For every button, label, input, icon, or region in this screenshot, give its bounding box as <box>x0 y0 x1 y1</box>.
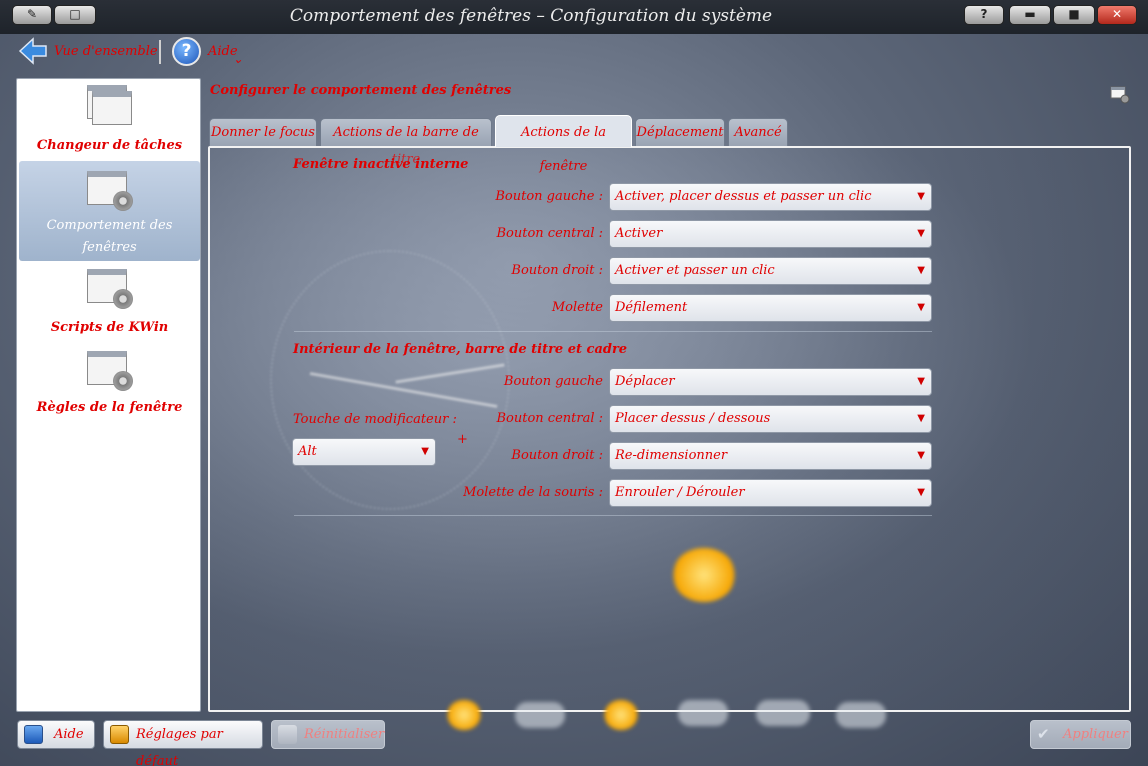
left-button-label: Bouton gauche <box>503 374 603 389</box>
chevron-down-icon: ▼ <box>917 487 925 498</box>
close-button[interactable]: ✕ <box>1097 5 1137 25</box>
restore-defaults-icon <box>110 725 129 744</box>
right-button-label: Bouton droit : <box>511 263 603 278</box>
mouse-wheel-label: Molette de la souris : <box>463 485 603 500</box>
chevron-down-icon: ▼ <box>917 228 925 239</box>
sidebar-item-label: Changeur de tâches <box>36 138 183 153</box>
chevron-down-icon: ▼ <box>917 413 925 424</box>
sidebar-item-window-rules[interactable]: Règles de la fenêtre <box>19 351 200 423</box>
inner-left-button-select[interactable]: Déplacer ▼ <box>609 368 932 396</box>
inner-wheel-select[interactable]: Enrouler / Dérouler ▼ <box>609 479 932 507</box>
plus-sign: + <box>457 432 468 447</box>
chevron-down-icon: ▼ <box>917 450 925 461</box>
window-gear-icon <box>86 351 133 391</box>
sidebar-item-task-switcher[interactable]: Changeur de tâches <box>19 85 200 161</box>
button-label: Réglages par défaut <box>136 727 223 766</box>
inactive-left-button-select[interactable]: Activer, placer dessus et passer un clic… <box>609 183 932 211</box>
inner-middle-button-select[interactable]: Placer dessus / dessous ▼ <box>609 405 932 433</box>
select-value: Enrouler / Dérouler <box>615 485 745 500</box>
weather-sun-icon <box>447 700 481 730</box>
button-label: Aide <box>54 727 84 742</box>
tab-window-actions[interactable]: Actions de la fenêtre <box>495 115 632 174</box>
sidebar-item-kwin-scripts[interactable]: Scripts de KWin <box>19 269 200 341</box>
weather-cloud-icon <box>515 702 565 728</box>
context-help-button[interactable]: ? <box>964 5 1004 25</box>
select-value: Placer dessus / dessous <box>615 411 771 426</box>
sidebar-item-label: Règles de la fenêtre <box>36 400 183 415</box>
inactive-middle-button-select[interactable]: Activer ▼ <box>609 220 932 248</box>
window-gear-icon <box>86 269 133 309</box>
select-value: Activer, placer dessus et passer un clic <box>615 189 872 204</box>
select-value: Re-dimensionner <box>615 448 728 463</box>
tab-titlebar-actions[interactable]: Actions de la barre de titre <box>320 118 492 167</box>
button-label: Appliquer <box>1063 727 1128 742</box>
settings-window: ✎ □ Comportement des fenêtres – Configur… <box>0 0 1148 766</box>
section-divider <box>294 331 932 332</box>
weather-cloud-icon <box>756 700 810 726</box>
window-title: Comportement des fenêtres – Configuratio… <box>289 6 773 26</box>
help-button[interactable]: Aide <box>17 720 95 749</box>
select-value: Activer <box>615 226 663 241</box>
sidebar-item-label: Comportement des fenêtres <box>46 218 173 255</box>
category-sidebar: Changeur de tâches Comportement des fenê… <box>16 78 201 712</box>
toolbar-separator <box>159 40 161 64</box>
weather-sun-icon <box>604 700 638 730</box>
inner-right-button-select[interactable]: Re-dimensionner ▼ <box>609 442 932 470</box>
windows-stack-icon <box>86 85 133 125</box>
window-settings-icon[interactable] <box>1110 86 1130 104</box>
chevron-down-icon: ▼ <box>917 265 925 276</box>
help-book-icon <box>24 725 43 744</box>
reset-button[interactable]: Réinitialiser <box>271 720 385 749</box>
maximize-button[interactable]: ■ <box>1053 5 1095 25</box>
select-value: Défilement <box>615 300 688 315</box>
sidebar-item-label: Scripts de KWin <box>50 320 169 335</box>
weather-sun-icon <box>672 548 736 602</box>
middle-button-label: Bouton central : <box>496 226 603 241</box>
page-title: Configurer le comportement des fenêtres <box>210 83 512 98</box>
section-title-inner-window: Intérieur de la fenêtre, barre de titre … <box>293 342 628 357</box>
title-bar: ✎ □ Comportement des fenêtres – Configur… <box>0 0 1148 34</box>
left-button-label: Bouton gauche : <box>495 189 603 204</box>
apply-button[interactable]: ✔ Appliquer <box>1030 720 1131 749</box>
middle-button-label: Bouton central : <box>496 411 603 426</box>
minimize-button[interactable]: ▬ <box>1009 5 1051 25</box>
tab-advanced[interactable]: Avancé <box>728 118 788 146</box>
wheel-label: Molette <box>551 300 603 315</box>
overview-button[interactable]: Vue d'ensemble <box>54 44 158 59</box>
chevron-down-icon: ▼ <box>917 376 925 387</box>
chevron-down-icon: ▼ <box>917 302 925 313</box>
defaults-button[interactable]: Réglages par défaut <box>103 720 263 766</box>
sidebar-item-window-behavior[interactable]: Comportement des fenêtres <box>19 161 200 261</box>
section-divider <box>294 515 932 516</box>
weather-cloud-icon <box>836 702 886 728</box>
checkmark-icon: ✔ <box>1037 725 1050 743</box>
inactive-right-button-select[interactable]: Activer et passer un clic ▼ <box>609 257 932 285</box>
select-value: Alt <box>298 444 317 459</box>
undo-icon <box>278 725 297 744</box>
inactive-wheel-select[interactable]: Défilement ▼ <box>609 294 932 322</box>
chevron-down-icon[interactable]: ⌄ <box>233 52 243 66</box>
button-label: Réinitialiser <box>304 727 385 742</box>
weather-cloud-icon <box>678 700 728 726</box>
section-title-inactive-window: Fenêtre inactive interne <box>293 157 469 172</box>
chevron-down-icon: ▼ <box>917 191 925 202</box>
select-value: Déplacer <box>615 374 675 389</box>
right-button-label: Bouton droit : <box>511 448 603 463</box>
help-icon[interactable]: ? <box>172 37 201 66</box>
select-value: Activer et passer un clic <box>615 263 775 278</box>
back-arrow-icon[interactable] <box>18 37 48 65</box>
tab-movement[interactable]: Déplacement <box>635 118 725 146</box>
window-gear-icon <box>86 171 133 211</box>
tab-focus[interactable]: Donner le focus <box>209 118 317 146</box>
